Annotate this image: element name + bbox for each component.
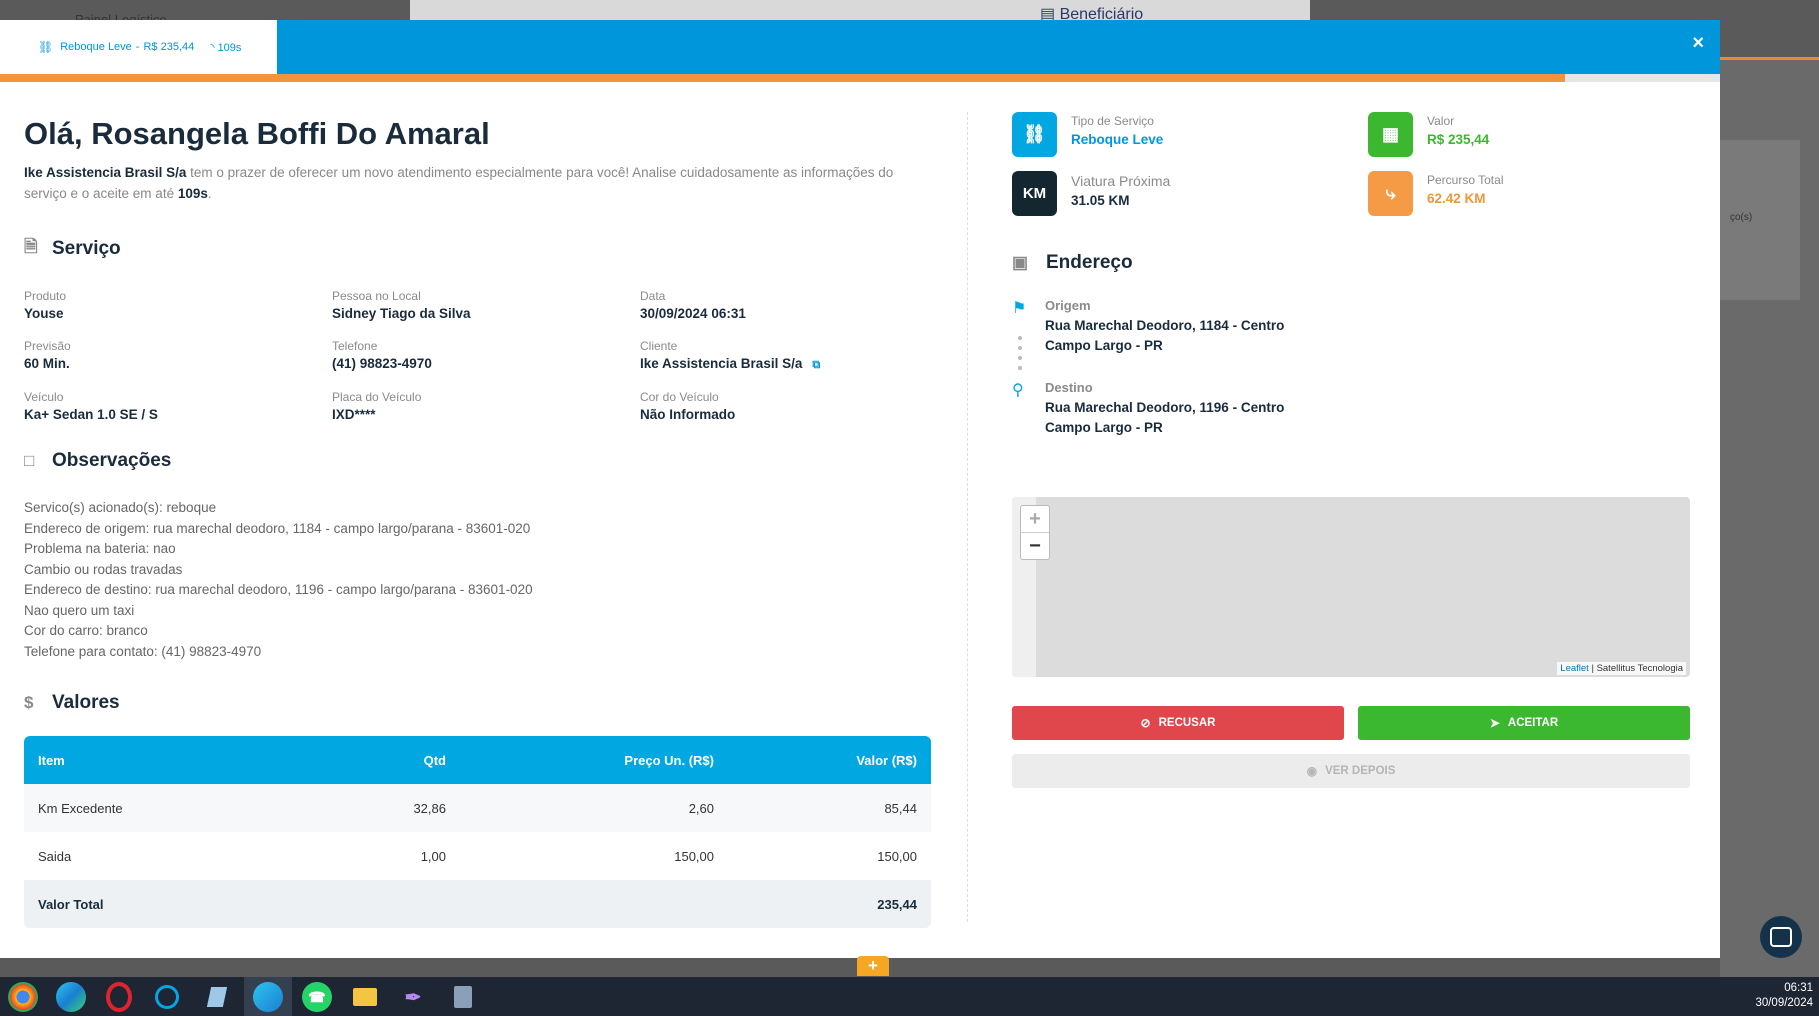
countdown-progress-fill (0, 74, 1566, 82)
header-service-tab[interactable]: ⛓ Reboque Leve - R$ 235,44 ◝ 109s (0, 20, 277, 74)
dollar-icon: $ (24, 693, 34, 712)
ver-depois-button[interactable]: ◉ VER DEPOIS (1012, 754, 1690, 788)
card-tipo-servico: ⛓ Tipo de Serviço Reboque Leve (1012, 112, 1163, 157)
km-badge-icon: KM (1012, 171, 1057, 216)
table-row: Saida 1,00 150,00 150,00 (24, 832, 931, 880)
header-service-name: Reboque Leve (60, 41, 132, 53)
route-dots (1018, 336, 1022, 376)
field-cor: Cor do Veículo Não Informado (640, 390, 736, 422)
file-explorer-icon[interactable] (350, 982, 380, 1012)
background-right-panel: ço(s) (1720, 60, 1819, 980)
car-icon: ⛓ (1012, 112, 1057, 157)
field-telefone: Telefone (41) 98823-4970 (332, 339, 432, 371)
table-total-row: Valor Total 235,44 (24, 880, 931, 928)
close-button[interactable]: × (1692, 32, 1704, 55)
customer-name: Rosangela Boffi Do Amaral (91, 116, 490, 151)
zoom-out-button[interactable]: − (1021, 532, 1049, 559)
section-endereco-title: ▣ Endereço (1012, 252, 1133, 273)
company-name: Ike Assistencia Brasil S/a (24, 165, 187, 180)
field-data: Data 30/09/2024 06:31 (640, 289, 746, 321)
block-icon: ⊘ (1140, 716, 1151, 730)
greeting-message: Ike Assistencia Brasil S/a tem o prazer … (24, 165, 894, 201)
map-attribution: Leaflet | Satellitus Tecnologia (1557, 662, 1686, 675)
spinner-icon: ◝ (210, 41, 215, 54)
header-timer: ◝ 109s (210, 41, 242, 54)
recusar-button[interactable]: ⊘ RECUSAR (1012, 706, 1344, 740)
note-icon: □ (24, 451, 35, 470)
route-icon: ⤷ (1368, 171, 1413, 216)
external-link-icon[interactable]: ⧉ (812, 359, 820, 371)
opera-icon[interactable] (104, 982, 134, 1012)
section-observacoes-title: □ Observações (24, 450, 172, 471)
whatsapp-icon[interactable]: ☎ (302, 982, 332, 1012)
car-icon: ⛓ (38, 40, 54, 54)
pushpin-icon: ⚑ (1012, 300, 1027, 317)
aceitar-button[interactable]: ➤ ACEITAR (1358, 706, 1690, 740)
feather-icon[interactable]: ✒ (398, 982, 428, 1012)
field-pessoa-local: Pessoa no Local Sidney Tiago da Silva (332, 289, 471, 321)
field-cliente: Cliente Ike Assistencia Brasil S/a ⧉ (640, 339, 821, 371)
section-valores-title: $ Valores (24, 692, 120, 713)
notepad-icon[interactable] (202, 982, 232, 1012)
section-servico-title: 🗎 Serviço (24, 234, 934, 263)
edge-icon[interactable] (56, 982, 86, 1012)
card-viatura-proxima: KM Viatura Próxima 31.05 KM (1012, 171, 1170, 216)
document-icon: 🗎 (24, 237, 38, 256)
field-veiculo: Veículo Ka+ Sedan 1.0 SE / S (24, 390, 158, 422)
observacoes-text: Servico(s) acionado(s): reboque Endereco… (24, 500, 533, 659)
service-offer-modal: ⛓ Reboque Leve - R$ 235,44 ◝ 109s × Olá,… (0, 20, 1720, 958)
header-service-price: R$ 235,44 (143, 41, 195, 53)
countdown-progress-bar (0, 74, 1720, 82)
table-row: Km Excedente 32,86 2,60 85,44 (24, 784, 931, 832)
service-details-grid: Produto Youse Pessoa no Local Sidney Tiago… (24, 289, 934, 422)
card-percurso-total: ⤷ Percurso Total 62.42 KM (1368, 171, 1503, 216)
edge-active-icon[interactable] (253, 982, 283, 1012)
system-clock[interactable]: 06:31 30/09/2024 (1755, 981, 1813, 1011)
send-icon: ➤ (1489, 716, 1500, 730)
chat-icon (1770, 927, 1792, 947)
field-previsao: Previsão 60 Min. (24, 339, 71, 371)
calculator-icon[interactable] (448, 982, 478, 1012)
background-panel: ▤ Beneficiário (410, 0, 1310, 23)
destino-address: ⚲ Destino Rua Marechal Deodoro, 1196 - C… (1012, 380, 1285, 435)
map-icon: ▣ (1012, 253, 1029, 272)
column-divider (967, 112, 968, 922)
chat-launcher-button[interactable] (1760, 916, 1802, 958)
card-valor: ▦ Valor R$ 235,44 (1368, 112, 1489, 157)
eye-icon: ◉ (1306, 764, 1318, 778)
chrome-icon[interactable] (8, 982, 38, 1012)
background-right-card: ço(s) (1720, 140, 1800, 300)
accept-seconds: 109s (177, 186, 208, 201)
money-icon: ▦ (1368, 112, 1413, 157)
field-placa: Placa do Veículo IXD**** (332, 390, 422, 422)
app-q-icon[interactable] (152, 982, 182, 1012)
route-map[interactable]: + − Leaflet | Satellitus Tecnologia (1012, 497, 1690, 677)
zoom-in-button[interactable]: + (1021, 506, 1049, 532)
leaflet-link[interactable]: Leaflet (1560, 663, 1589, 674)
field-produto: Produto Youse (24, 289, 67, 321)
left-column: Olá, Rosangela Boffi Do Amaral Ike Assis… (24, 116, 934, 928)
greeting-title: Olá, Rosangela Boffi Do Amaral (24, 116, 490, 151)
modal-header: ⛓ Reboque Leve - R$ 235,44 ◝ 109s × (0, 20, 1720, 74)
origem-address: ⚑ Origem Rua Marechal Deodoro, 1184 - Ce… (1012, 298, 1612, 370)
windows-taskbar: ☎ ✒ 06:31 30/09/2024 (0, 977, 1819, 1016)
table-header-row: Item Qtd Preço Un. (R$) Valor (R$) (24, 736, 931, 784)
map-zoom-control: + − (1020, 505, 1050, 560)
valores-table: Item Qtd Preço Un. (R$) Valor (R$) Km Ex… (24, 736, 931, 928)
location-pin-icon: ⚲ (1012, 382, 1024, 399)
add-fab-button[interactable]: + (857, 956, 889, 976)
